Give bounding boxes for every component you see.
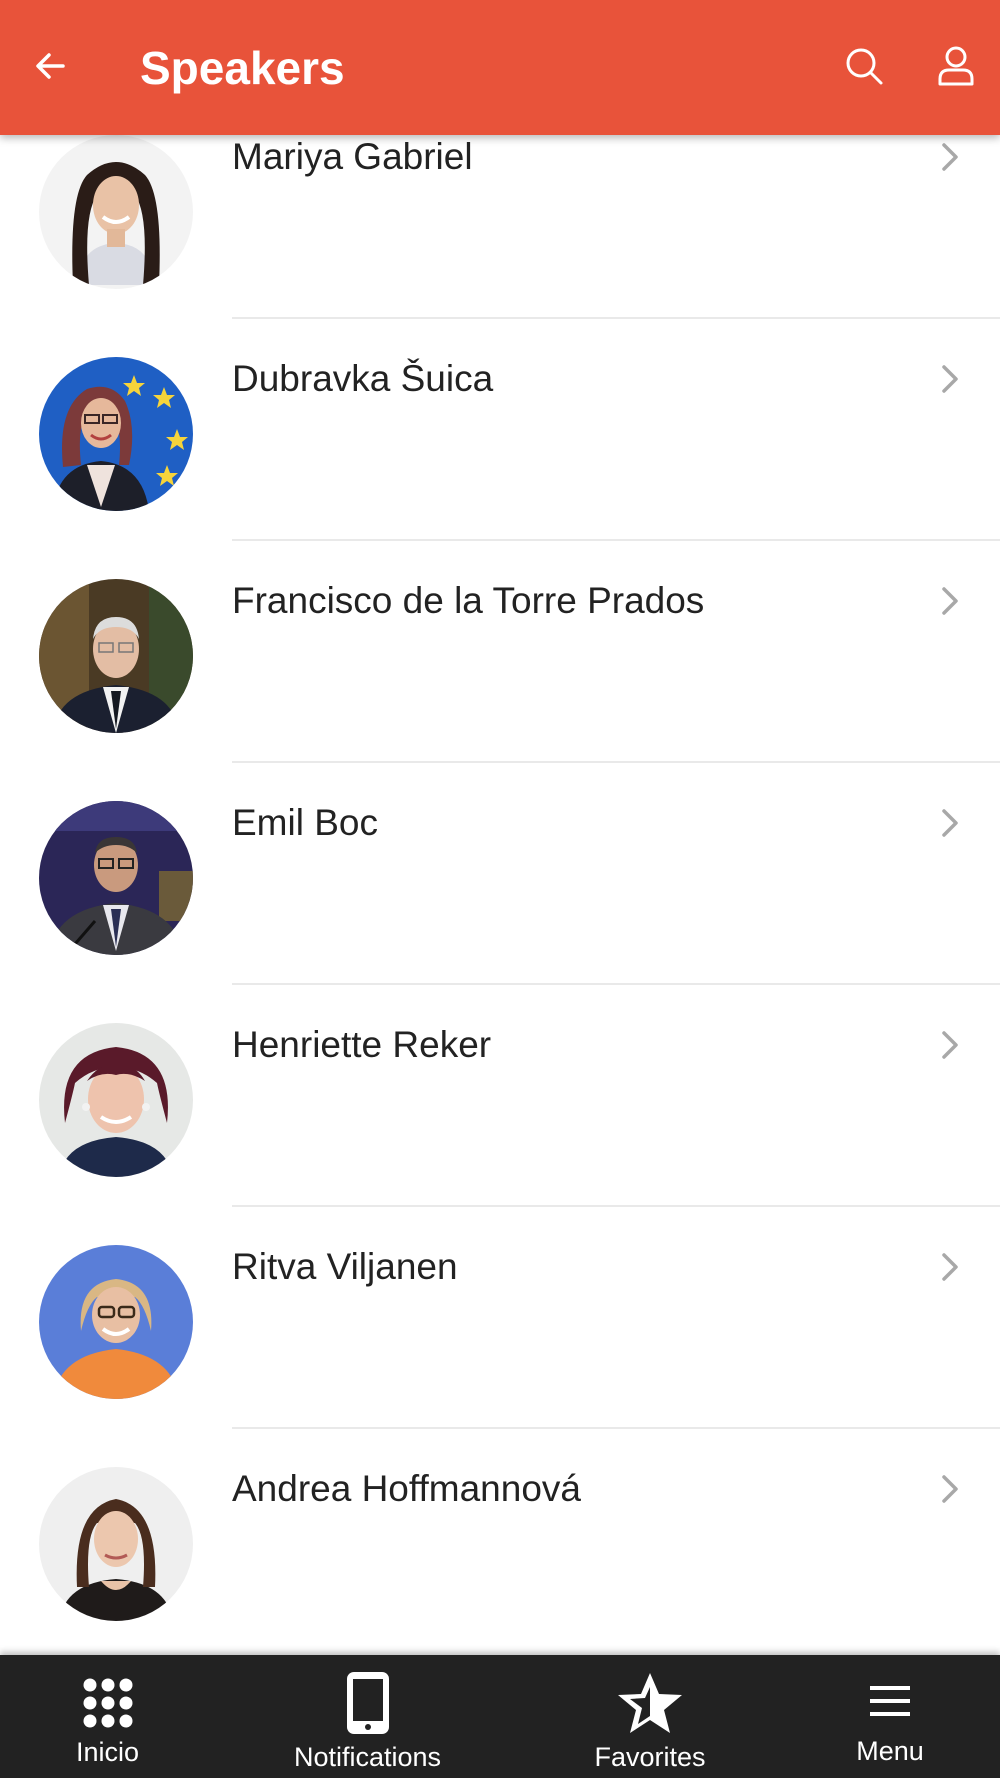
nav-inicio[interactable]: Inicio [0, 1655, 215, 1778]
speaker-row[interactable]: Dubravka Šuica [0, 319, 1000, 541]
nav-menu[interactable]: Menu [790, 1655, 990, 1778]
speaker-row[interactable]: Francisco de la Torre Prados [0, 541, 1000, 763]
bottom-nav: Inicio Notifications Favorites Menu [0, 1655, 1000, 1778]
speaker-name: Henriette Reker [232, 1024, 492, 1065]
app-header: Speakers [0, 0, 1000, 135]
speaker-name: Mariya Gabriel [232, 136, 473, 177]
speaker-avatar [39, 1245, 193, 1399]
speaker-row[interactable]: Ritva Viljanen [0, 1207, 1000, 1429]
nav-label: Inicio [75, 1737, 140, 1767]
nav-label: Notifications [293, 1742, 442, 1772]
speaker-list: Mariya Gabriel Dubravka Šuica Francisco … [0, 135, 1000, 1655]
phone-icon [343, 1669, 393, 1737]
nav-favorites[interactable]: Favorites [540, 1655, 760, 1778]
speaker-avatar [39, 579, 193, 733]
speaker-name: Dubravka Šuica [232, 358, 494, 399]
search-icon [844, 46, 884, 91]
nav-label: Favorites [594, 1742, 706, 1772]
speaker-avatar [39, 801, 193, 955]
speaker-row[interactable]: Henriette Reker [0, 985, 1000, 1207]
speaker-row[interactable]: Mariya Gabriel [0, 135, 1000, 319]
chevron-right-icon [932, 139, 968, 175]
chevron-right-icon [932, 1249, 968, 1285]
nav-label: Menu [856, 1736, 924, 1766]
speakers-screen: Speakers Mariya Gabriel Dubravka Šuica F… [0, 0, 1000, 1778]
search-button[interactable] [838, 38, 890, 98]
speaker-name: Francisco de la Torre Prados [232, 580, 705, 621]
speaker-avatar [39, 1023, 193, 1177]
star-icon [616, 1669, 684, 1737]
speaker-row[interactable]: Emil Boc [0, 763, 1000, 985]
grid-icon [80, 1675, 136, 1731]
speaker-name: Emil Boc [232, 802, 378, 843]
chevron-right-icon [932, 1027, 968, 1063]
speaker-avatar [39, 135, 193, 289]
speaker-name: Andrea Hoffmannová [232, 1468, 581, 1509]
speaker-avatar [39, 357, 193, 511]
speaker-avatar [39, 1467, 193, 1621]
chevron-right-icon [932, 805, 968, 841]
nav-notifications[interactable]: Notifications [255, 1655, 480, 1778]
back-button[interactable] [22, 36, 78, 100]
chevron-right-icon [932, 1471, 968, 1507]
speaker-row[interactable]: Andrea Hoffmannová [0, 1429, 1000, 1651]
arrow-left-icon [33, 49, 67, 88]
speaker-name: Ritva Viljanen [232, 1246, 458, 1287]
profile-button[interactable] [928, 38, 984, 98]
chevron-right-icon [932, 583, 968, 619]
user-icon [938, 46, 974, 91]
chevron-right-icon [932, 361, 968, 397]
hamburger-icon [866, 1681, 914, 1721]
page-title: Speakers [140, 42, 345, 94]
